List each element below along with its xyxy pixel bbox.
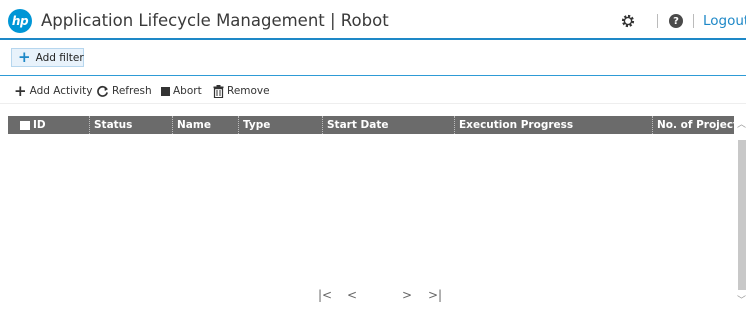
refresh-label: Refresh xyxy=(112,85,152,97)
select-all-checkbox[interactable] xyxy=(20,120,30,130)
first-page-button[interactable]: |< xyxy=(318,288,332,302)
header-divider xyxy=(693,14,694,28)
remove-button[interactable]: Remove xyxy=(213,83,270,99)
hp-logo: hp xyxy=(8,9,32,33)
column-header-execution-progress[interactable]: Execution Progress xyxy=(454,116,654,134)
last-page-button[interactable]: >| xyxy=(428,288,442,302)
filter-bar: + Add filter xyxy=(0,40,746,76)
column-header-id[interactable]: ID xyxy=(20,116,97,134)
add-filter-button[interactable]: + Add filter xyxy=(11,48,84,67)
refresh-icon xyxy=(97,85,109,97)
next-page-button[interactable]: > xyxy=(402,288,412,302)
stop-icon xyxy=(161,86,170,96)
remove-label: Remove xyxy=(227,85,270,97)
help-icon[interactable]: ? xyxy=(669,14,683,28)
add-activity-button[interactable]: + Add Activity xyxy=(14,83,93,99)
previous-page-button[interactable]: < xyxy=(347,288,357,302)
logout-link[interactable]: Logout xyxy=(703,13,746,29)
scrollbar-thumb[interactable] xyxy=(738,140,746,290)
column-header-status[interactable]: Status xyxy=(89,116,176,134)
grid-header: ID Status Name Type Start Date Execution… xyxy=(8,116,744,134)
header-divider xyxy=(657,14,658,28)
abort-button[interactable]: Abort xyxy=(161,83,202,99)
plus-icon: + xyxy=(18,48,31,66)
plus-icon: + xyxy=(14,82,27,100)
scroll-up-icon[interactable]: ︿ xyxy=(737,121,746,130)
trash-icon xyxy=(213,84,224,98)
add-activity-label: Add Activity xyxy=(29,85,93,97)
refresh-button[interactable]: Refresh xyxy=(96,83,152,99)
scroll-down-icon[interactable]: ﹀ xyxy=(737,297,746,306)
column-header-start-date[interactable]: Start Date xyxy=(322,116,456,134)
column-header-name[interactable]: Name xyxy=(172,116,241,134)
add-filter-label: Add filter xyxy=(35,51,84,64)
column-header-no-of-projects[interactable]: No. of Projects xyxy=(652,116,744,134)
column-header-type[interactable]: Type xyxy=(238,116,324,134)
abort-label: Abort xyxy=(173,85,202,97)
gear-icon[interactable] xyxy=(620,13,636,29)
toolbar: + Add Activity Refresh Abort Remove xyxy=(0,78,746,104)
page-title: Application Lifecycle Management | Robot xyxy=(41,11,389,30)
app-header: hp Application Lifecycle Management | Ro… xyxy=(0,0,746,40)
